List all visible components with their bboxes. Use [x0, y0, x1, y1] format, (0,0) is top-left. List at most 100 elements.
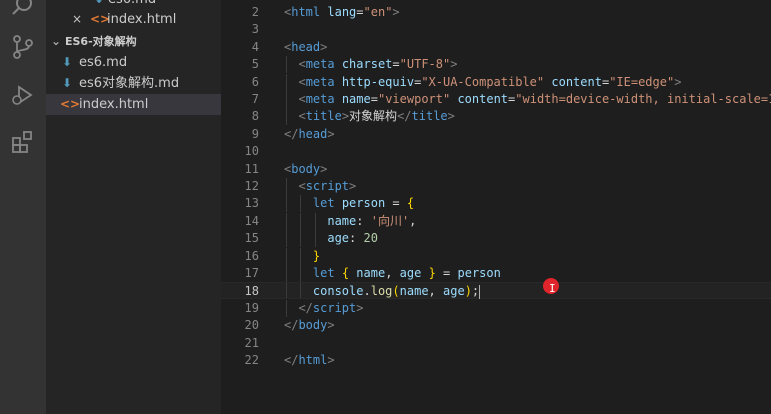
code-token: </ — [284, 126, 299, 141]
code-text: </script> — [284, 300, 364, 317]
code-line[interactable]: 5 <meta charset="UTF-8"> — [221, 56, 771, 74]
code-token: name — [327, 213, 357, 228]
line-number: 22 — [244, 353, 259, 367]
code-token: ; — [471, 284, 480, 299]
code-token: lang — [327, 5, 357, 19]
code-token: > — [320, 39, 328, 54]
code-line[interactable]: 13 let person = { — [221, 195, 771, 213]
markdown-file-icon: ⬇ — [62, 55, 73, 69]
code-token: let — [312, 196, 335, 211]
code-line[interactable]: 21 — [221, 335, 771, 352]
code-token: = — [356, 5, 364, 19]
text-cursor-icon: I — [549, 282, 556, 295]
file-item-es6-destructuring-md[interactable]: ⬇ es6对象解构.md — [46, 73, 221, 94]
extensions-icon[interactable] — [10, 128, 36, 154]
code-line[interactable]: 15 age: 20 — [221, 230, 771, 248]
code-token: { — [406, 196, 415, 211]
source-control-icon[interactable] — [10, 34, 36, 60]
file-item-es6-md[interactable]: ⬇ es6.md — [46, 52, 221, 73]
code-line[interactable]: 7 <meta name="viewport" content="width=d… — [221, 91, 771, 108]
code-line[interactable]: 4 <head> — [221, 39, 771, 56]
code-token: title — [305, 109, 342, 124]
folder-es6-destructuring[interactable]: ⌄ ES6-对象解构 — [46, 31, 221, 52]
line-number: 16 — [244, 248, 259, 263]
code-token: "viewport" — [377, 92, 451, 106]
file-label: es6对象解构.md — [79, 76, 180, 91]
code-token: title — [411, 109, 448, 124]
line-number: 10 — [244, 144, 259, 159]
code-token: head — [291, 39, 321, 54]
code-token: < — [298, 57, 306, 72]
code-line[interactable]: 6 <meta http-equiv="X-UA-Compatible" con… — [221, 73, 771, 91]
close-icon[interactable]: × — [72, 9, 82, 30]
code-token: html — [298, 353, 328, 367]
code-line[interactable]: 16 } — [221, 247, 771, 265]
code-line[interactable]: 2 <html lang="en"> — [221, 4, 771, 21]
code-token: name — [341, 92, 371, 106]
code-editor[interactable]: 2 <html lang="en"> 3 4 <head> 5 <meta charset… — [221, 0, 771, 414]
code-line[interactable]: 22 </html> — [221, 352, 771, 369]
line-number: 20 — [244, 318, 259, 333]
code-line[interactable]: 12 <script> — [221, 178, 771, 195]
code-text: <body> — [284, 161, 327, 178]
open-editor-index-html[interactable]: × <> index.html — [46, 9, 221, 30]
code-text: console.log(name, age); — [284, 283, 481, 300]
line-number: 5 — [251, 57, 259, 72]
code-line[interactable]: 8 <title>对象解构</title> — [221, 108, 771, 126]
code-line[interactable]: 11 <body> — [221, 161, 771, 178]
code-token: = — [385, 196, 407, 211]
folder-label: ES6-对象解构 — [65, 35, 137, 48]
code-line[interactable]: 20 </body> — [221, 317, 771, 334]
code-token: { — [341, 266, 350, 280]
code-token: > — [447, 109, 455, 124]
code-token: . — [363, 284, 371, 299]
code-token: age — [399, 266, 422, 280]
code-line[interactable]: 10 — [221, 143, 771, 160]
code-line[interactable]: 3 — [221, 21, 771, 38]
code-token: < — [298, 92, 306, 106]
code-token: : — [356, 213, 371, 228]
code-token: > — [356, 300, 364, 315]
code-line[interactable]: 18 console.log(name, age); — [221, 282, 771, 300]
line-number: 4 — [251, 39, 259, 54]
search-icon[interactable] — [10, 0, 36, 18]
code-token: content — [551, 74, 602, 89]
line-number: 19 — [244, 300, 259, 315]
run-debug-icon[interactable] — [10, 82, 36, 108]
code-token: > — [327, 126, 335, 141]
code-token: "width=device-width, initial-scale=1.0 — [515, 92, 771, 106]
file-item-index-html[interactable]: <> index.html — [46, 94, 221, 115]
code-text: <head> — [284, 39, 327, 56]
code-token: , — [409, 213, 417, 228]
code-line[interactable]: 9 </head> — [221, 126, 771, 143]
code-token: age — [443, 284, 465, 299]
code-token: </ — [284, 353, 299, 367]
code-token: = — [370, 92, 378, 106]
html-file-icon: <> — [60, 97, 81, 111]
code-token: http-equiv — [341, 74, 415, 89]
code-token: '向川' — [370, 213, 410, 228]
code-token: person — [341, 196, 386, 211]
code-line[interactable]: 14 name: '向川', — [221, 212, 771, 230]
code-token: > — [327, 353, 335, 367]
code-line[interactable]: 19 </script> — [221, 299, 771, 317]
code-token: 对象解构 — [349, 109, 398, 124]
file-label: index.html — [79, 97, 149, 112]
code-token: body — [291, 161, 321, 176]
code-token: > — [450, 57, 458, 72]
code-token: "en" — [363, 5, 393, 19]
code-text: let { name, age } = person — [284, 265, 501, 282]
code-line[interactable]: 17 let { name, age } = person — [221, 265, 771, 282]
